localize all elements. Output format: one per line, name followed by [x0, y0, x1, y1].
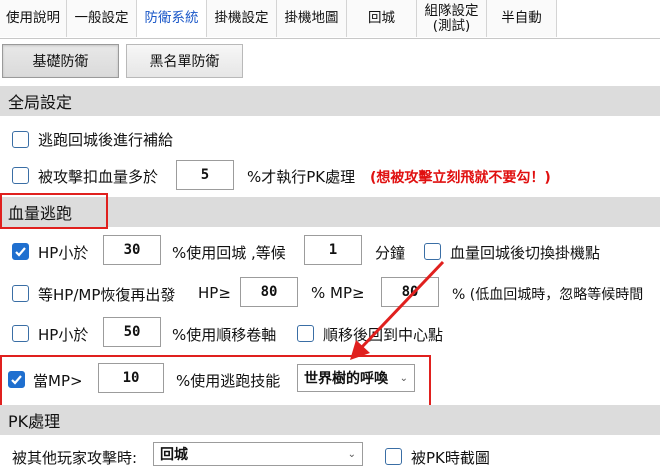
annotation-arrow-icon	[350, 260, 445, 360]
